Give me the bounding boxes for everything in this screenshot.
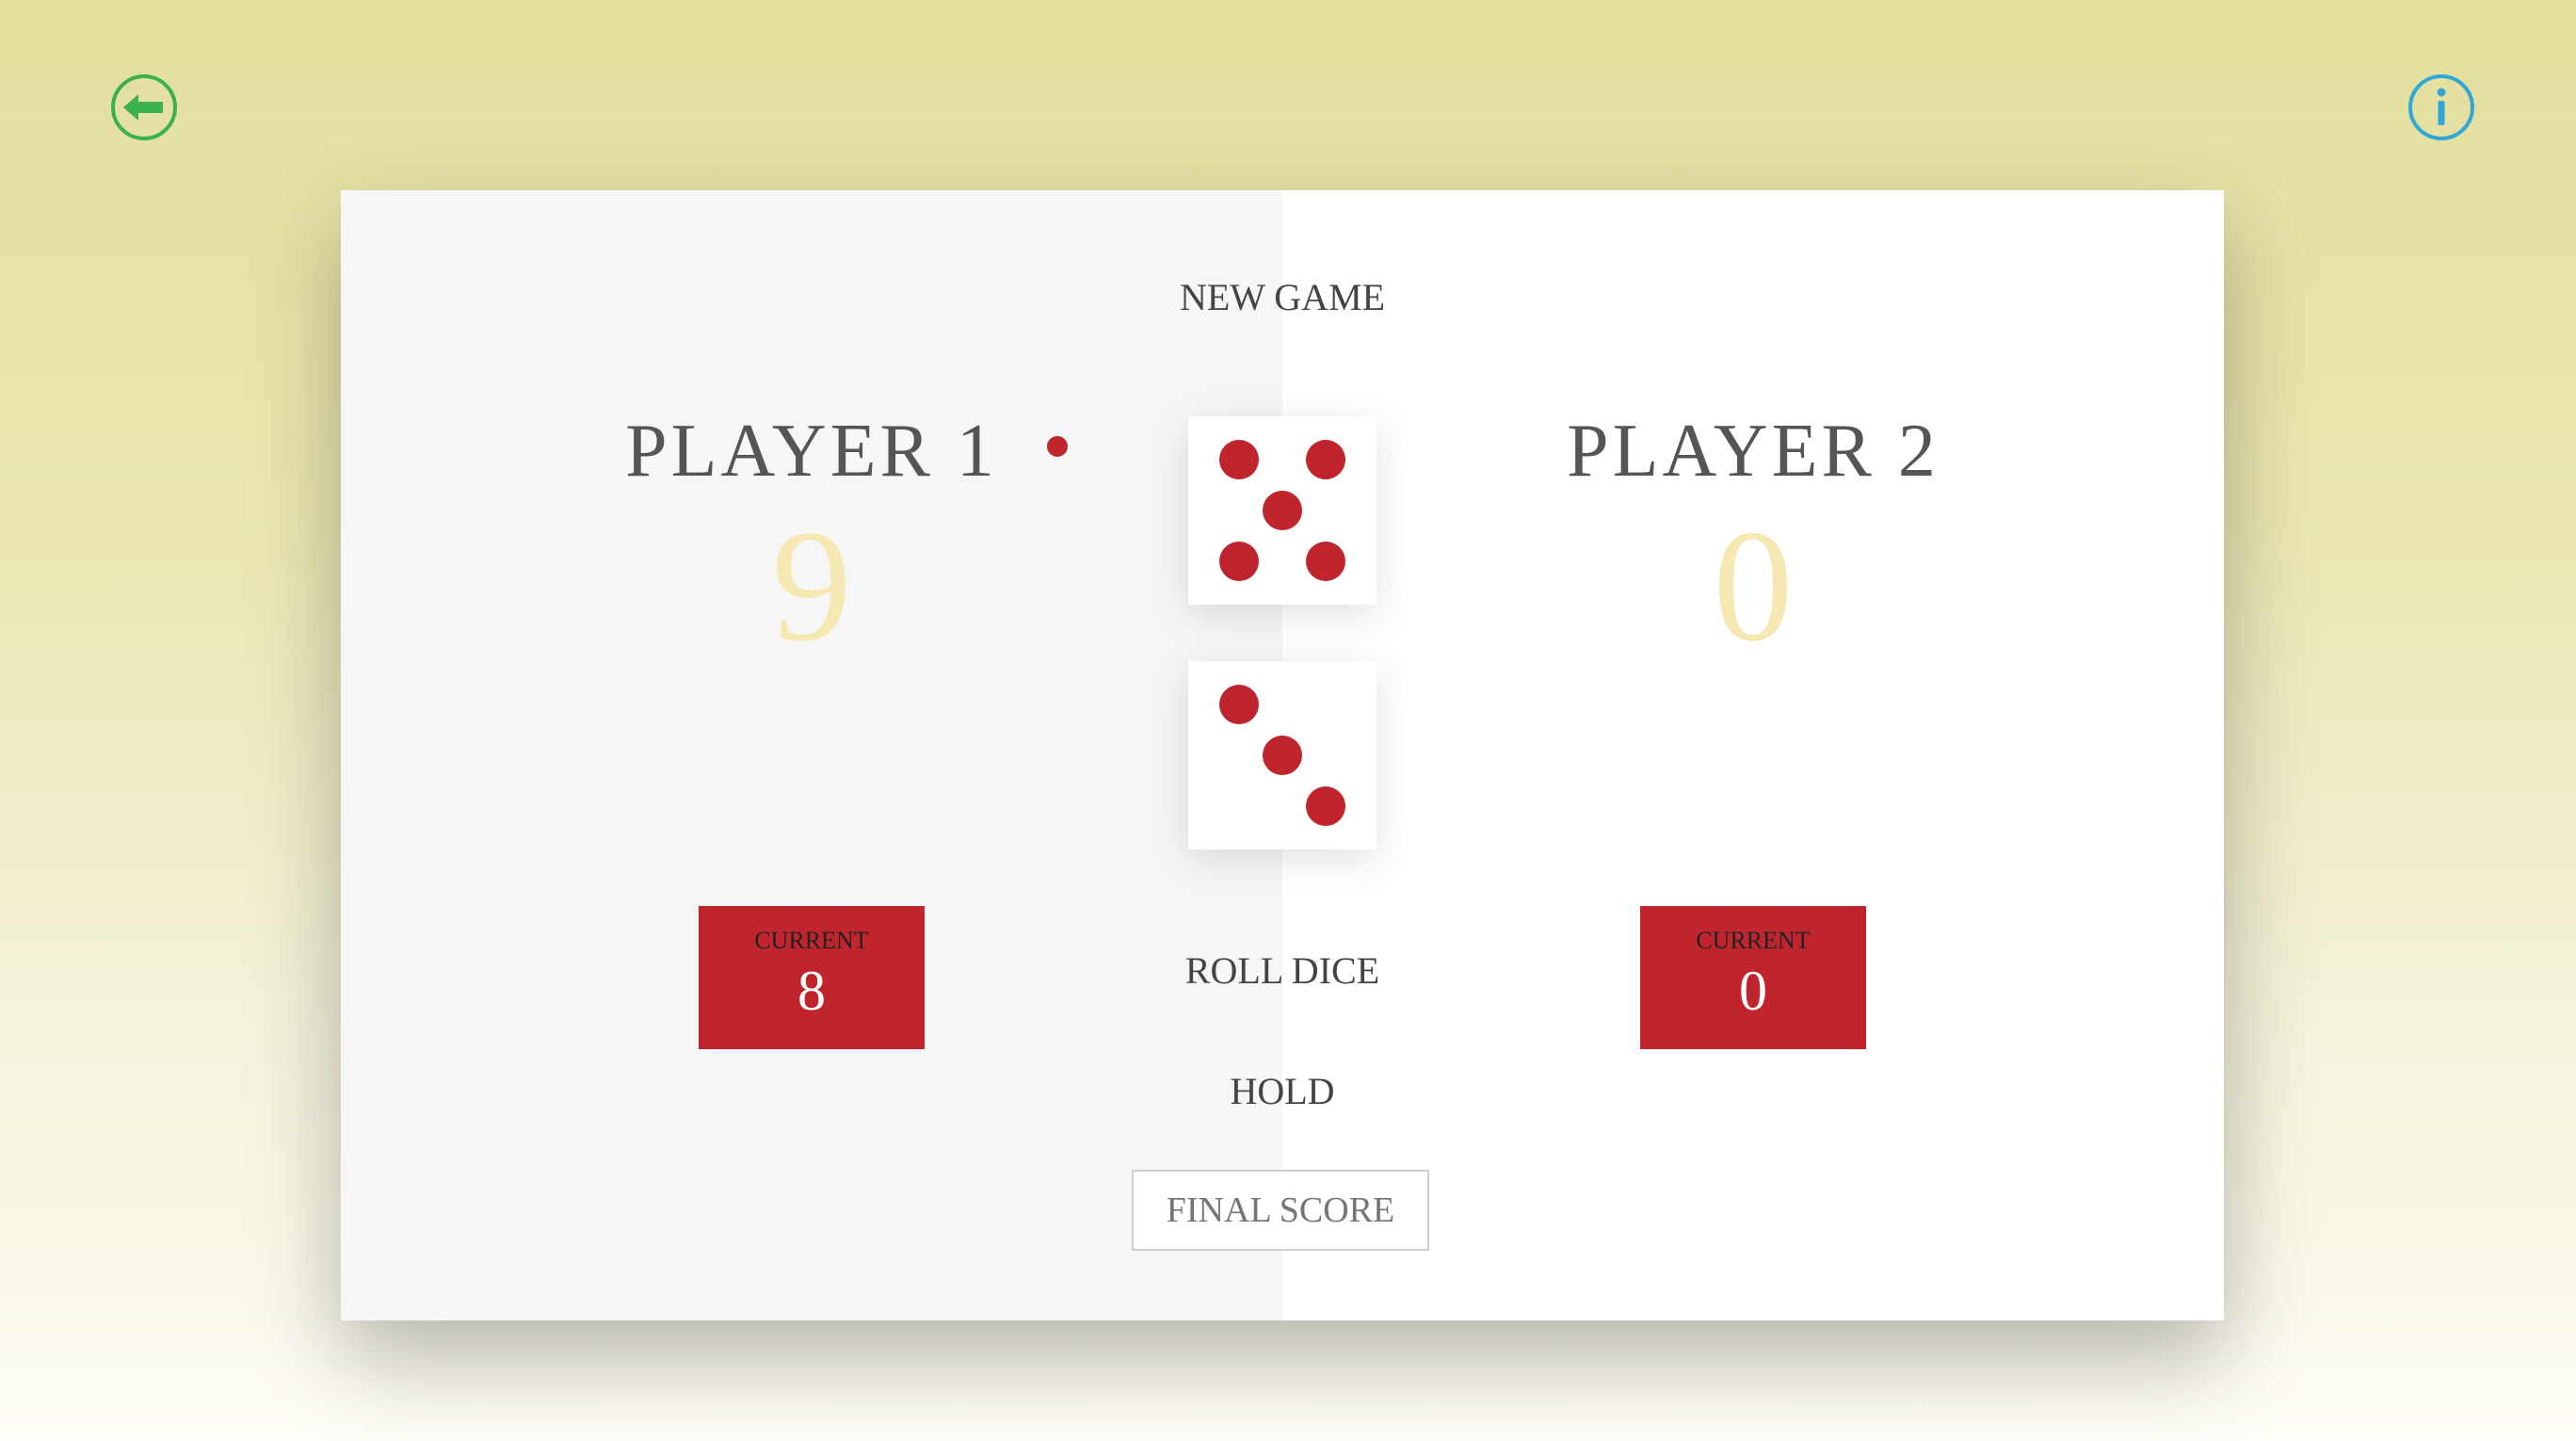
player-2-current-label: CURRENT bbox=[1696, 927, 1811, 954]
die-pip bbox=[1306, 542, 1345, 581]
player-1-current-box: CURRENT 8 bbox=[699, 906, 925, 1049]
player-2-current-box: CURRENT 0 bbox=[1640, 906, 1866, 1049]
info-icon[interactable] bbox=[2407, 73, 2475, 141]
active-player-indicator bbox=[1047, 436, 1068, 457]
die-pip bbox=[1219, 440, 1259, 479]
die-1 bbox=[1188, 416, 1377, 605]
player-2-panel: PLAYER 2 0 CURRENT 0 bbox=[1282, 190, 2224, 1320]
player-2-score: 0 bbox=[1713, 497, 1794, 674]
new-game-button[interactable]: NEW GAME bbox=[1180, 275, 1385, 319]
game-board: PLAYER 1 9 CURRENT 8 PLAYER 2 0 CURRENT … bbox=[341, 190, 2224, 1320]
player-2-name: PLAYER 2 bbox=[1567, 410, 1940, 493]
player-1-score: 9 bbox=[771, 497, 852, 674]
player-1-current-score: 8 bbox=[797, 960, 826, 1022]
die-2 bbox=[1188, 661, 1377, 850]
die-pip bbox=[1219, 685, 1259, 724]
die-pip bbox=[1263, 736, 1302, 775]
final-score-input[interactable] bbox=[1132, 1170, 1429, 1251]
player-2-current-score: 0 bbox=[1739, 960, 1767, 1022]
back-arrow-icon[interactable] bbox=[110, 73, 178, 141]
player-1-panel: PLAYER 1 9 CURRENT 8 bbox=[341, 190, 1282, 1320]
player-1-name: PLAYER 1 bbox=[625, 410, 998, 493]
roll-dice-button[interactable]: ROLL DICE bbox=[1185, 948, 1379, 993]
player-1-current-label: CURRENT bbox=[754, 927, 869, 954]
die-pip bbox=[1306, 440, 1345, 479]
die-pip bbox=[1306, 786, 1345, 826]
hold-button[interactable]: HOLD bbox=[1230, 1069, 1334, 1113]
die-pip bbox=[1219, 542, 1259, 581]
die-pip bbox=[1263, 491, 1302, 530]
